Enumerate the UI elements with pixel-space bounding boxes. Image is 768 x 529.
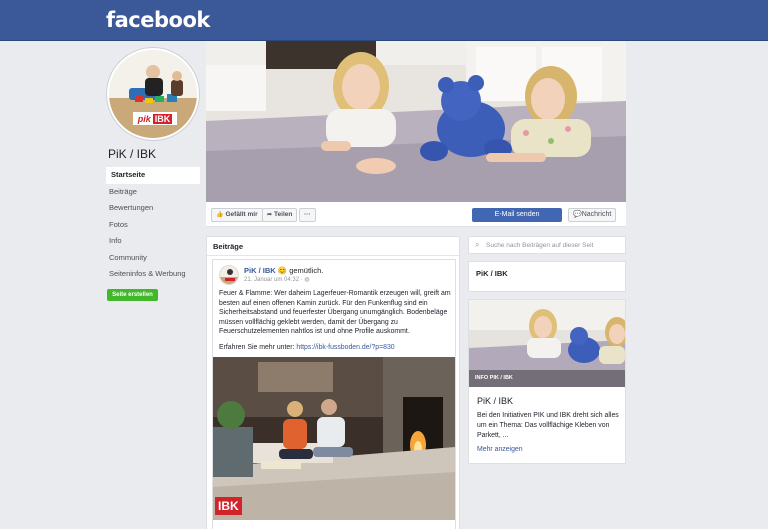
info-photo [469,300,625,387]
search-icon: ⌕ [475,240,480,249]
post-author-avatar[interactable] [219,265,239,285]
fireplace-photo [213,357,455,520]
page-title[interactable]: PiK / IBK [108,147,156,161]
info-card-description: Bei den Initiativen PIK und IBK dreht si… [477,412,619,439]
page-profile-picture[interactable]: pik IBK [107,48,199,140]
more-options-button[interactable]: ··· [299,208,316,222]
post-image[interactable]: IBK [213,357,455,520]
search-input[interactable] [486,239,624,252]
message-button[interactable]: 💬Nachricht [568,208,617,222]
like-button[interactable]: 👍 Gefällt mir [211,208,263,222]
posts-header: Beiträge [207,237,459,256]
create-page-button[interactable]: Seite erstellen [107,289,158,301]
pik-ibk-logo: pik IBK [133,112,177,125]
info-card-caption: INFO PIK / IBK [475,375,513,381]
post-text: Feuer & Flamme: Wer daheim Lagerfeuer-Ro… [219,290,451,335]
post-author-line: PiK / IBK 😊 gemütlich. [244,266,323,275]
sidebar-item-bewertungen[interactable]: Bewertungen [106,200,200,217]
info-card-image[interactable]: INFO PIK / IBK [469,300,625,387]
post-author-name[interactable]: PiK / IBK [244,266,276,275]
thumbs-up-icon: 👍 [216,212,224,218]
post-link-line: Erfahren Sie mehr unter: https://ibk-fus… [219,344,395,351]
top-bar: facebook [0,0,768,41]
page-action-bar: 👍 Gefällt mir ➦ Teilen ··· E-Mail senden 💬… [206,202,626,227]
sidebar-item-seiteninfos[interactable]: Seiteninfos & Werbung [106,266,200,283]
share-button[interactable]: ➦ Teilen [262,208,298,222]
post-link[interactable]: https://ibk-fussboden.de/?p=830 [296,344,394,351]
globe-icon: ◍ [304,277,310,283]
send-email-button[interactable]: E-Mail senden [472,208,562,222]
sidebar-item-fotos[interactable]: Fotos [106,217,200,234]
share-arrow-icon: ➦ [267,212,273,218]
messenger-icon: 💬 [573,211,582,218]
sidebar-item-info[interactable]: Info [106,233,200,250]
ibk-logo: IBK [215,497,242,515]
post-feeling: gemütlich. [289,266,324,275]
sidebar-item-startseite[interactable]: Startseite [106,167,200,184]
facebook-logo[interactable]: facebook [106,8,210,32]
sidebar-item-community[interactable]: Community [106,250,200,267]
posts-section: Beiträge PiK / IBK 😊 gemütlich. 21. Janu… [206,236,460,529]
cover-photo[interactable] [206,41,626,202]
info-card: INFO PIK / IBK PiK / IBK Bei den Initiat… [468,299,626,464]
post-timestamp[interactable]: 21. Januar um 04:32 · ◍ [244,276,310,283]
page-info-card: PiK / IBK [468,261,626,292]
cover-photo-image [206,41,626,202]
show-more-link[interactable]: Mehr anzeigen [477,446,523,453]
card-title[interactable]: PiK / IBK [476,269,508,278]
feeling-emoji-icon: 😊 [277,266,288,275]
post-search-box: ⌕ [468,236,626,254]
sidebar-item-beitraege[interactable]: Beiträge [106,184,200,201]
page-nav: Startseite Beiträge Bewertungen Fotos In… [106,167,200,283]
profile-photo-image [109,50,197,138]
post: PiK / IBK 😊 gemütlich. 21. Januar um 04:… [212,259,456,529]
info-card-title[interactable]: PiK / IBK [477,396,513,406]
avatar-image [220,266,238,284]
